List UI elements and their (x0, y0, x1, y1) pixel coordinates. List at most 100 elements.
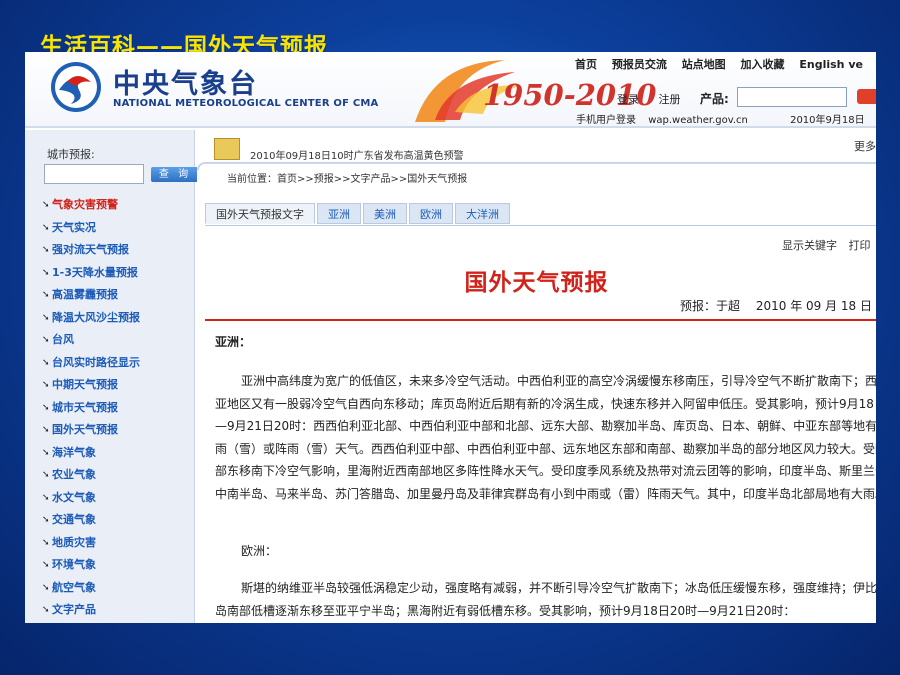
main-content: 2010年09月18日10时广东省发布高温黄色预警 更多 当前位置：首页>>预报… (197, 130, 876, 623)
cma-logo-icon (51, 62, 101, 112)
arrow-icon: ➘ (42, 470, 50, 480)
arrow-icon: ➘ (42, 380, 50, 390)
sidebar-item-label: 1-3天降水量预报 (52, 265, 138, 279)
article-title: 国外天气预报 (464, 269, 609, 296)
sidebar-item-geologic[interactable]: ➘ 地质灾害 (42, 532, 140, 555)
sidebar-item-typhoon-path[interactable]: ➘ 台风实时路径显示 (42, 352, 140, 375)
arrow-icon: ➘ (42, 267, 50, 278)
arrow-icon: ➘ (42, 335, 50, 345)
arrow-icon: ➘ (42, 200, 50, 210)
sidebar-item-traffic[interactable]: ➘ 交通气象 (42, 509, 140, 532)
sidebar-item-marine[interactable]: ➘ 海洋气象 (42, 442, 140, 465)
section-heading-asia: 亚洲： (215, 335, 252, 349)
sidebar-item-text-products[interactable]: ➘ 文字产品 (42, 599, 140, 622)
nav-forecaster-exchange[interactable]: 预报员交流 (612, 58, 667, 71)
sidebar-item-weather-live[interactable]: ➘ 天气实况 (42, 217, 140, 240)
city-query-button[interactable]: 查 询 (151, 167, 199, 182)
sidebar-item-cooling-wind-dust[interactable]: ➘ 降温大风沙尘预报 (42, 307, 140, 330)
paragraph-europe: 斯堪的纳维亚半岛较强低涡稳定少动，强度略有减弱，并不断引导冷空气扩散南下；冰岛低… (215, 581, 876, 618)
tab-america[interactable]: 美洲 (363, 203, 407, 224)
sidebar-item-label: 台风实时路径显示 (52, 355, 140, 369)
sidebar-item-environment[interactable]: ➘ 环境气象 (42, 554, 140, 577)
sidebar-item-label: 气象灾害预警 (52, 198, 118, 211)
city-search-input[interactable] (44, 164, 144, 184)
login-bar: 登录 注册 产品: (617, 90, 732, 107)
title-divider (205, 319, 876, 321)
section-heading-europe: 欧洲： (241, 544, 278, 558)
top-navigation: 首页 预报员交流 站点地图 加入收藏 English ve (575, 56, 874, 72)
breadcrumb-divider (197, 162, 876, 170)
nav-english[interactable]: English ve (799, 58, 863, 71)
sidebar-item-label: 强对流天气预报 (52, 243, 129, 256)
article-tools: 显示关键字 打印 (782, 237, 876, 253)
tab-oceania[interactable]: 大洋洲 (455, 203, 510, 224)
arrow-icon: ➘ (42, 425, 50, 435)
sidebar-item-typhoon[interactable]: ➘ 台风 (42, 329, 140, 352)
mobile-url[interactable]: wap.weather.gov.cn (648, 115, 748, 126)
city-forecast-label: 城市预报: (47, 148, 95, 161)
sidebar-item-label: 城市天气预报 (52, 400, 118, 414)
show-keywords-link[interactable]: 显示关键字 (782, 239, 837, 252)
more-link[interactable]: 更多 (854, 138, 876, 154)
mobile-bar: 手机用户登录 wap.weather.gov.cn 2010年9月18日 (576, 111, 874, 126)
sidebar-item-hydrology[interactable]: ➘ 水文气象 (42, 487, 140, 510)
print-link[interactable]: 打印 (849, 239, 871, 252)
nav-add-favorite[interactable]: 加入收藏 (741, 58, 785, 71)
arrow-icon: ➘ (42, 582, 50, 593)
arrow-icon: ➘ (42, 245, 50, 255)
product-search-input[interactable] (737, 87, 847, 107)
sidebar-item-label: 文字产品 (52, 603, 96, 616)
sidebar-item-foreign-forecast[interactable]: ➘ 国外天气预报 (42, 419, 140, 442)
sidebar-item-label: 海洋气象 (52, 445, 96, 459)
byline-date: 2010 年 09 月 18 日 (755, 299, 872, 313)
sidebar-item-label: 交通气象 (52, 513, 96, 526)
paragraph-asia: 亚洲中高纬度为宽广的低值区，未来多冷空气活动。中西伯利亚的高空冷涡缓慢东移南压，… (215, 374, 876, 501)
sidebar-item-aviation[interactable]: ➘ 航空气象 (42, 577, 140, 600)
arrow-icon: ➘ (42, 492, 50, 503)
sidebar-item-convective[interactable]: ➘ 强对流天气预报 (42, 239, 140, 262)
logo-chinese-text: 中央气象台 (113, 69, 258, 100)
notice-board-icon (214, 138, 240, 160)
sidebar-item-medium-range[interactable]: ➘ 中期天气预报 (42, 374, 140, 397)
sidebar-item-label: 环境气象 (52, 558, 96, 571)
nav-home[interactable]: 首页 (575, 58, 597, 71)
arrow-icon: ➘ (42, 515, 50, 525)
tab-foreign-text[interactable]: 国外天气预报文字 (205, 203, 315, 224)
tab-europe[interactable]: 欧洲 (409, 203, 453, 224)
browser-page: 中央气象台 NATIONAL METEOROLOGICAL CENTER OF … (25, 52, 876, 623)
breadcrumb: 当前位置：首页>>预报>>文字产品>>国外天气预报 (227, 174, 468, 185)
sidebar-menu: ➘ 气象灾害预警 ➘ 天气实况 ➘ 强对流天气预报 ➘ 1-3天降水量预报 ➘ 高温雾霾预… (42, 194, 140, 622)
arrow-icon: ➘ (42, 447, 50, 458)
arrow-icon: ➘ (42, 312, 50, 323)
product-search-button[interactable] (857, 89, 876, 104)
sidebar-item-agriculture[interactable]: ➘ 农业气象 (42, 464, 140, 487)
register-link[interactable]: 注册 (659, 93, 681, 106)
arrow-icon: ➘ (42, 402, 50, 413)
tab-asia[interactable]: 亚洲 (317, 203, 361, 224)
arrow-icon: ➘ (42, 290, 50, 300)
header-date: 2010年9月18日 (790, 115, 865, 126)
sidebar-item-disaster-warning[interactable]: ➘ 气象灾害预警 (42, 194, 140, 217)
warning-notice[interactable]: 2010年09月18日10时广东省发布高温黄色预警 (250, 147, 464, 162)
sidebar-item-label: 降温大风沙尘预报 (52, 310, 140, 324)
region-tabs: 国外天气预报文字 亚洲 美洲 欧洲 大洋洲 (205, 203, 512, 224)
sidebar-item-label: 地质灾害 (52, 535, 96, 549)
login-link[interactable]: 登录 (617, 93, 639, 106)
nav-sitemap[interactable]: 站点地图 (682, 58, 726, 71)
sidebar-item-label: 台风 (52, 333, 74, 346)
logo-english-text: NATIONAL METEOROLOGICAL CENTER OF CMA (113, 98, 379, 109)
mobile-login-link[interactable]: 手机用户登录 (576, 115, 636, 126)
arrow-icon: ➘ (42, 605, 50, 615)
byline-author: 预报：于超 (680, 299, 741, 313)
sidebar: 城市预报: 查 询 ➘ 气象灾害预警 ➘ 天气实况 ➘ 强对流天气预报 ➘ 1-3天降水… (25, 130, 199, 623)
sidebar-item-label: 农业气象 (52, 468, 96, 481)
sidebar-item-label: 水文气象 (52, 490, 96, 504)
site-header: 中央气象台 NATIONAL METEOROLOGICAL CENTER OF … (25, 52, 876, 128)
arrow-icon: ➘ (42, 537, 50, 548)
arrow-icon: ➘ (42, 357, 50, 368)
sidebar-item-precipitation[interactable]: ➘ 1-3天降水量预报 (42, 262, 140, 285)
sidebar-item-city-forecast[interactable]: ➘ 城市天气预报 (42, 397, 140, 420)
tab-divider (205, 225, 876, 226)
sidebar-item-label: 国外天气预报 (52, 423, 118, 436)
sidebar-item-high-temp-haze[interactable]: ➘ 高温雾霾预报 (42, 284, 140, 307)
